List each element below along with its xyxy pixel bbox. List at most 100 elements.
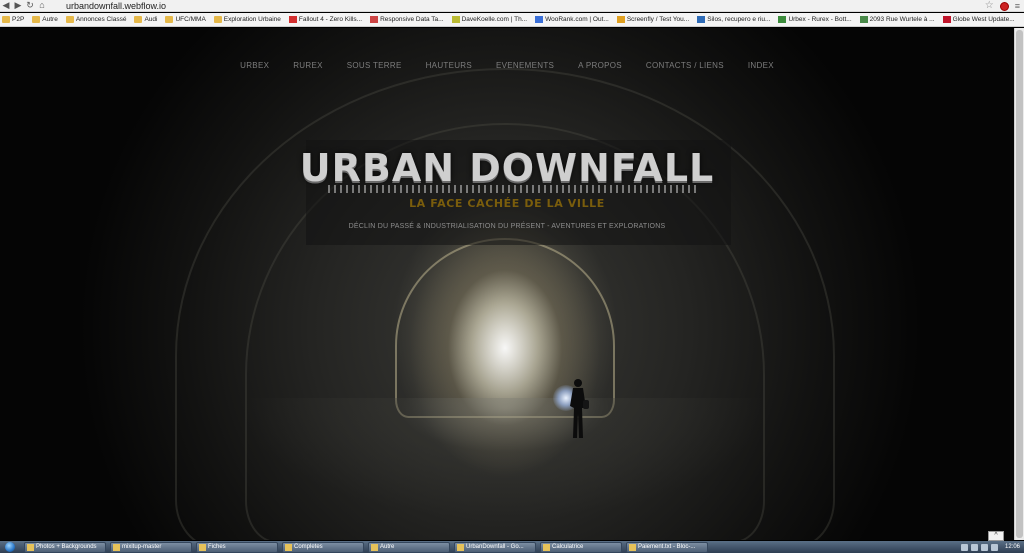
taskbar-item[interactable]: UrbanDownfall - Go... xyxy=(454,541,536,553)
bookmark-item[interactable]: UFC/MMA xyxy=(165,13,206,26)
bookmark-item[interactable]: P2P xyxy=(2,13,25,26)
bookmarks-bar: P2P Autre Annonces Classé Audi UFC/MMA Explor… xyxy=(0,13,1024,27)
network-icon[interactable] xyxy=(960,543,968,551)
taskbar-item[interactable]: Calculatrice xyxy=(540,541,622,553)
volume-icon[interactable] xyxy=(970,543,978,551)
site-icon xyxy=(942,16,951,23)
app-icon xyxy=(543,543,550,551)
folder-icon xyxy=(32,16,41,23)
bookmark-item[interactable]: Screenfly / Test You... xyxy=(616,13,690,26)
page-content: URBEX RUREX SOUS TERRE HAUTEURS EVENEMENTS A … xyxy=(0,28,1014,540)
taskbar-item[interactable]: Paiement.txt - Bloc-... xyxy=(626,541,708,553)
nav-link-contacts-liens[interactable]: CONTACTS / LIENS xyxy=(634,59,736,73)
bookmark-item[interactable]: 2093 Rue Wurtele à ... xyxy=(859,13,935,26)
omnibox-actions: ☆ ≡ xyxy=(985,0,1020,12)
scrollbar-thumb[interactable] xyxy=(1016,30,1023,538)
site-tagline: DÉCLIN DU PASSÉ & INDUSTRIALISATION DU P… xyxy=(348,223,666,230)
nav-link-evenements[interactable]: EVENEMENTS xyxy=(484,59,566,73)
title-drip-decoration xyxy=(328,185,700,193)
nav-link-index[interactable]: INDEX xyxy=(736,59,786,73)
bookmark-label: 2093 Rue Wurtele à ... xyxy=(869,16,935,23)
bookmark-item[interactable]: Responsive Data Ta... xyxy=(370,13,444,26)
taskbar-item-label: Paiement.txt - Bloc-... xyxy=(638,544,696,550)
app-icon xyxy=(27,543,34,551)
folder-icon xyxy=(2,16,10,23)
bookmark-label: Annonces Classé xyxy=(75,16,127,23)
taskbar-item-label: Calculatrice xyxy=(552,544,584,550)
folder-icon xyxy=(134,16,143,23)
bookmark-item[interactable]: Urbex - Rurex - Bott... xyxy=(778,13,852,26)
bookmark-item[interactable]: Exploration Urbaine xyxy=(213,13,281,26)
back-to-top-button[interactable]: ^ xyxy=(988,531,1004,541)
nav-link-a-propos[interactable]: A PROPOS xyxy=(566,59,634,73)
bookmark-item[interactable]: Annonces Classé xyxy=(65,13,127,26)
taskbar-item-label: Completes xyxy=(294,544,323,550)
taskbar-item[interactable]: Fiches xyxy=(196,541,278,553)
home-icon[interactable]: ⌂ xyxy=(36,0,48,12)
bookmark-item[interactable]: Fallout 4 - Zero Kills... xyxy=(288,13,363,26)
bookmark-label: Audi xyxy=(144,16,158,23)
menu-icon[interactable]: ≡ xyxy=(1015,0,1020,12)
bookmark-star-icon[interactable]: ☆ xyxy=(985,0,994,12)
system-tray: 12:06 xyxy=(960,541,1024,553)
address-bar: ◀ ▶ ↻ ⌂ urbandownfall.webflow.io ☆ ≡ xyxy=(0,0,1024,12)
security-icon[interactable] xyxy=(990,543,998,551)
app-icon xyxy=(371,543,378,551)
app-icon xyxy=(285,543,292,551)
back-icon[interactable]: ◀ xyxy=(0,0,12,12)
bookmark-label: P2P xyxy=(12,16,25,23)
url-input[interactable]: urbandownfall.webflow.io xyxy=(66,0,166,12)
tunnel-floor-reflection xyxy=(180,398,830,540)
page-scrollbar[interactable] xyxy=(1014,28,1024,540)
site-icon xyxy=(451,16,460,23)
bookmark-label: WooRank.com | Out... xyxy=(545,16,609,23)
bookmark-label: Screenfly / Test You... xyxy=(626,16,690,23)
maps-icon xyxy=(859,16,868,23)
bookmark-label: DaveKoelle.com | Th... xyxy=(461,16,528,23)
nav-link-hauteurs[interactable]: HAUTEURS xyxy=(414,59,484,73)
taskbar-item-label: Photos + Backgrounds xyxy=(36,544,97,550)
taskbar-item[interactable]: Completes xyxy=(282,541,364,553)
start-button[interactable] xyxy=(0,541,20,553)
nav-link-sous-terre[interactable]: SOUS TERRE xyxy=(335,59,414,73)
explorer-silhouette-icon xyxy=(570,379,589,438)
bookmark-item[interactable]: Silos, recupero e riu... xyxy=(697,13,771,26)
taskbar-item[interactable]: Autre xyxy=(368,541,450,553)
app-icon xyxy=(457,543,464,551)
youtube-icon xyxy=(288,16,297,23)
windows-taskbar: Photos + Backgrounds mixitup-master Fiches… xyxy=(0,541,1024,553)
nav-link-urbex[interactable]: URBEX xyxy=(228,59,281,73)
taskbar-item-label: Fiches xyxy=(208,544,226,550)
site-icon xyxy=(370,16,379,23)
bookmark-item[interactable]: WooRank.com | Out... xyxy=(535,13,609,26)
taskbar-item-label: mixitup-master xyxy=(122,544,162,550)
clock[interactable]: 12:06 xyxy=(1005,544,1020,550)
bookmark-label: Exploration Urbaine xyxy=(223,16,281,23)
folder-icon xyxy=(165,16,174,23)
bookmark-label: Responsive Data Ta... xyxy=(380,16,444,23)
bookmark-label: Silos, recupero e riu... xyxy=(707,16,771,23)
bookmark-label: Fallout 4 - Zero Kills... xyxy=(298,16,363,23)
bookmark-label: Urbex - Rurex - Bott... xyxy=(788,16,852,23)
site-icon xyxy=(616,16,625,23)
taskbar-item[interactable]: mixitup-master xyxy=(110,541,192,553)
taskbar-item-label: Autre xyxy=(380,544,395,550)
taskbar-item[interactable]: Photos + Backgrounds xyxy=(24,541,106,553)
bookmark-label: UFC/MMA xyxy=(175,16,206,23)
taskbar-items: Photos + Backgrounds mixitup-master Fiches… xyxy=(20,541,708,553)
bookmark-item[interactable]: Audi xyxy=(134,13,158,26)
bookmark-item[interactable]: Globe West Update... xyxy=(942,13,1015,26)
reload-icon[interactable]: ↻ xyxy=(24,0,36,12)
bookmark-item[interactable]: DaveKoelle.com | Th... xyxy=(451,13,528,26)
bookmark-label: Globe West Update... xyxy=(952,16,1015,23)
app-icon xyxy=(113,543,120,551)
extension-icon[interactable] xyxy=(999,1,1009,11)
site-icon xyxy=(535,16,544,23)
forward-icon[interactable]: ▶ xyxy=(12,0,24,12)
folder-icon xyxy=(65,16,74,23)
app-icon xyxy=(199,543,206,551)
nav-link-rurex[interactable]: RUREX xyxy=(281,59,335,73)
bookmark-item[interactable]: Autre xyxy=(32,13,58,26)
app-icon xyxy=(629,543,636,551)
flag-icon[interactable] xyxy=(980,543,988,551)
